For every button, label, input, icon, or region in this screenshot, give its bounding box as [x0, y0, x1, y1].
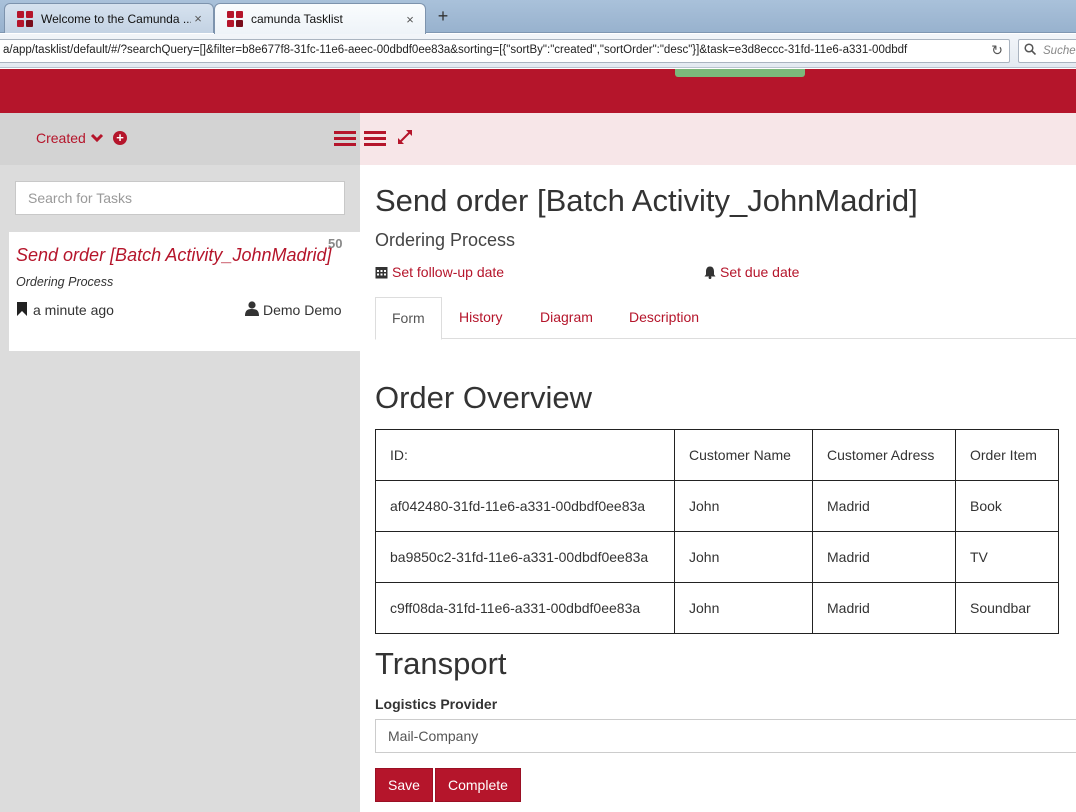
- camunda-favicon-icon: [227, 11, 243, 27]
- app-header: [0, 69, 1076, 113]
- follow-up-label[interactable]: Set follow-up date: [392, 264, 504, 280]
- table-cell: Soundbar: [955, 582, 1059, 634]
- set-follow-up-date-link[interactable]: Set follow-up date: [375, 264, 504, 280]
- task-list-panel: [0, 113, 360, 812]
- save-button[interactable]: Save: [375, 768, 433, 802]
- task-item-created: a minute ago: [33, 302, 114, 318]
- logistics-provider-input[interactable]: [375, 719, 1076, 753]
- calendar-icon: [375, 267, 388, 279]
- tab-history[interactable]: History: [459, 297, 503, 339]
- task-title: Send order [Batch Activity_JohnMadrid]: [375, 183, 918, 218]
- browser-tab-tasklist[interactable]: camunda Tasklist ×: [214, 3, 426, 34]
- table-cell: TV: [955, 531, 1059, 583]
- table-header-row: ID: Customer Name Customer Adress Order …: [375, 429, 1059, 481]
- order-table: ID: Customer Name Customer Adress Order …: [375, 429, 1059, 634]
- sort-by-label[interactable]: Created: [36, 130, 86, 146]
- table-row: ba9850c2-31fd-11e6-a331-00dbdf0ee83a Joh…: [375, 531, 1059, 583]
- close-tab-icon[interactable]: ×: [403, 12, 417, 27]
- bell-icon: [704, 266, 716, 279]
- browser-search-box[interactable]: Suche: [1018, 39, 1076, 63]
- browser-tab-welcome[interactable]: Welcome to the Camunda ... ×: [4, 3, 214, 33]
- column-header: ID:: [375, 429, 675, 481]
- task-item-name[interactable]: Send order [Batch Activity_JohnMadrid]: [16, 245, 332, 266]
- order-overview-heading: Order Overview: [375, 380, 593, 415]
- collapse-detail-icon[interactable]: [364, 131, 386, 147]
- table-cell: Madrid: [812, 480, 956, 532]
- header-action-button[interactable]: [675, 69, 805, 77]
- table-cell: af042480-31fd-11e6-a331-00dbdf0ee83a: [375, 480, 675, 532]
- column-header: Customer Name: [674, 429, 813, 481]
- table-row: c9ff08da-31fd-11e6-a331-00dbdf0ee83a Joh…: [375, 582, 1059, 634]
- table-cell: John: [674, 531, 813, 583]
- add-sorting-icon[interactable]: +: [113, 131, 127, 145]
- transport-heading: Transport: [375, 646, 507, 681]
- task-process-name: Ordering Process: [375, 230, 516, 250]
- complete-button[interactable]: Complete: [435, 768, 521, 802]
- task-detail-toolbar: [360, 113, 1076, 165]
- logistics-provider-label: Logistics Provider: [375, 696, 498, 712]
- task-item-priority: 50: [328, 236, 343, 251]
- close-tab-icon[interactable]: ×: [191, 11, 205, 26]
- search-tasks-input[interactable]: Search for Tasks: [15, 181, 345, 215]
- set-due-date-link[interactable]: Set due date: [704, 264, 799, 280]
- browser-tab-title: Welcome to the Camunda ...: [41, 11, 191, 26]
- column-header: Customer Adress: [812, 429, 956, 481]
- browser-tab-bar: Welcome to the Camunda ... × camunda Tas…: [0, 0, 1076, 34]
- task-tabs: Form History Diagram Description: [375, 297, 1076, 340]
- chevron-down-icon[interactable]: [90, 130, 104, 146]
- due-date-label[interactable]: Set due date: [720, 264, 799, 280]
- camunda-favicon-icon: [17, 10, 33, 27]
- column-header: Order Item: [955, 429, 1059, 481]
- table-cell: ba9850c2-31fd-11e6-a331-00dbdf0ee83a: [375, 531, 675, 583]
- tab-diagram[interactable]: Diagram: [540, 297, 593, 339]
- table-cell: Madrid: [812, 531, 956, 583]
- tab-form[interactable]: Form: [375, 297, 442, 340]
- table-cell: John: [674, 582, 813, 634]
- table-cell: Book: [955, 480, 1059, 532]
- table-cell: Madrid: [812, 582, 956, 634]
- new-tab-button[interactable]: +: [432, 6, 454, 28]
- table-row: af042480-31fd-11e6-a331-00dbdf0ee83a Joh…: [375, 480, 1059, 532]
- browser-search-placeholder: Suche: [1043, 45, 1076, 57]
- address-bar[interactable]: a/app/tasklist/default/#/?searchQuery=[]…: [0, 39, 1010, 63]
- tab-description[interactable]: Description: [629, 297, 699, 339]
- task-item-assignee: Demo Demo: [263, 302, 342, 318]
- browser-tab-title: camunda Tasklist: [251, 12, 343, 26]
- address-bar-url: a/app/tasklist/default/#/?searchQuery=[]…: [3, 44, 908, 56]
- bookmark-icon: [17, 302, 27, 316]
- user-icon: [245, 301, 259, 316]
- search-icon: [1024, 43, 1037, 58]
- table-cell: John: [674, 480, 813, 532]
- browser-navigation-bar: a/app/tasklist/default/#/?searchQuery=[]…: [0, 34, 1076, 68]
- reload-icon[interactable]: ↻: [991, 42, 1003, 59]
- task-item-process: Ordering Process: [16, 275, 114, 289]
- table-cell: c9ff08da-31fd-11e6-a331-00dbdf0ee83a: [375, 582, 675, 634]
- collapse-list-icon[interactable]: [334, 131, 356, 147]
- expand-icon[interactable]: [397, 129, 413, 145]
